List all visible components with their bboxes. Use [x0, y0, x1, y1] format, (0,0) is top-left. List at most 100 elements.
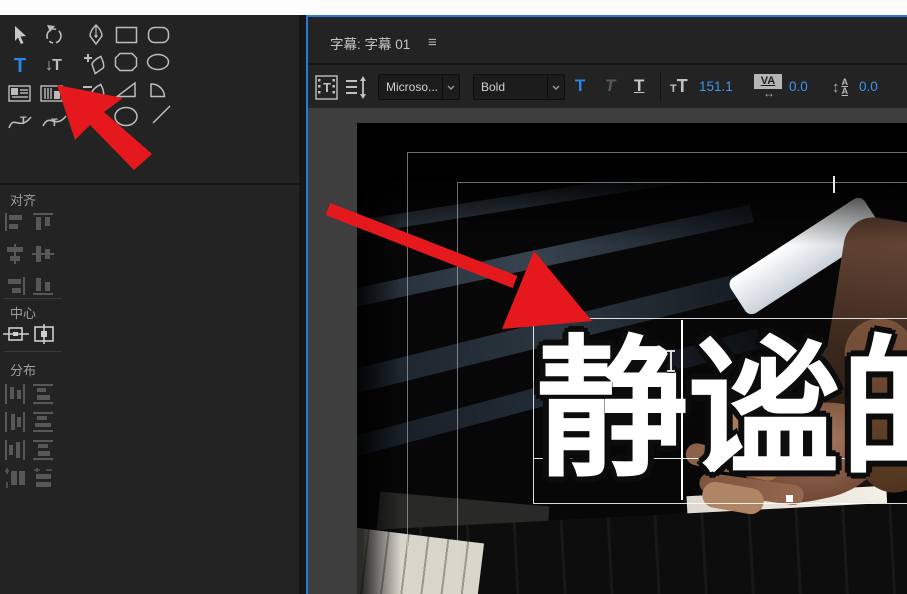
tools-panel: T ↓T T [0, 15, 299, 594]
caption-text[interactable]: 静谧的 [536, 318, 907, 502]
distribute-section-label: 分布 [10, 360, 36, 379]
circle-tool[interactable] [112, 105, 140, 127]
align-left-icon [4, 212, 26, 232]
panel-tab-title[interactable]: 字幕: 字幕 01 [330, 33, 410, 53]
italic-button[interactable]: T [605, 77, 615, 94]
distribute-top-icon [4, 383, 26, 405]
vertical-type-glyph: ↓T [45, 57, 61, 75]
ibeam-cursor-icon [663, 349, 679, 373]
type-tool[interactable]: T [8, 53, 32, 79]
align-bottom-icon [32, 276, 54, 296]
caption-toolbar: T Microso... Bold T T T TT 151.1 VA ↔ 0.… [308, 65, 907, 108]
align-middle-vertical-button[interactable] [32, 244, 54, 264]
svg-text:T: T [323, 80, 331, 95]
premiere-caption-editor: T ↓T T [0, 0, 907, 594]
arrow-cursor-icon [12, 25, 32, 46]
align-top-icon [32, 212, 54, 232]
bold-button[interactable]: T [575, 77, 585, 94]
align-top-button[interactable] [32, 212, 54, 232]
pen-icon [86, 24, 106, 46]
pen-minus-icon [80, 81, 108, 104]
distribute-vertical-center-button[interactable] [4, 411, 26, 433]
ellipse-icon [146, 53, 170, 71]
align-left-button[interactable] [4, 212, 26, 232]
wedge-icon [147, 79, 169, 99]
panel-gap [299, 15, 306, 594]
vertical-type-tool[interactable]: ↓T [38, 53, 68, 79]
clipped-corner-rectangle-tool[interactable] [113, 51, 139, 73]
center-section-label: 中心 [10, 303, 36, 322]
chevron-down-icon [442, 75, 459, 99]
right-triangle-tool[interactable] [114, 79, 138, 99]
pen-tool[interactable] [84, 23, 108, 47]
distribute-vertical-spacing-button[interactable] [4, 467, 26, 489]
leading-a-bottom: A [842, 87, 849, 96]
up-down-arrow-glyph: ↕ [832, 79, 840, 96]
distribute-right-icon [32, 439, 54, 461]
text-insertion-caret [681, 320, 683, 500]
distribute-horizontal-center-icon [32, 411, 54, 433]
distribute-left-button[interactable] [32, 383, 54, 405]
vertical-path-type-icon: T [41, 110, 68, 132]
line-tool[interactable] [150, 103, 174, 127]
toolbar-divider [660, 72, 661, 102]
center-horizontally-button[interactable] [31, 324, 57, 344]
delete-anchor-point-tool[interactable] [80, 80, 108, 104]
align-middle-vertical-icon [32, 244, 54, 264]
big-t-glyph: T [677, 76, 688, 96]
kerning-value[interactable]: 0.0 [789, 79, 808, 94]
vertical-area-type-tool[interactable] [40, 84, 64, 104]
area-type-icon [8, 85, 32, 103]
font-family-value: Microso... [379, 80, 442, 94]
path-type-tool[interactable]: T [6, 109, 34, 133]
distribute-horizontal-spacing-button[interactable] [32, 467, 54, 489]
align-right-button[interactable] [4, 276, 26, 296]
font-size-icon: TT [670, 76, 688, 97]
pen-plus-icon [80, 53, 108, 76]
rotate-icon [43, 24, 65, 46]
text-box-handle[interactable] [786, 495, 793, 502]
rounded-rectangle-icon [147, 26, 170, 45]
center-vertically-button[interactable] [3, 324, 29, 344]
selection-tool[interactable] [10, 23, 34, 47]
distribute-bottom-button[interactable] [4, 439, 26, 461]
octagon-icon [114, 52, 138, 72]
left-right-arrow-glyph: ↔ [754, 89, 784, 98]
panel-divider [0, 183, 299, 185]
distribute-right-button[interactable] [32, 439, 54, 461]
font-family-select[interactable]: Microso... [378, 74, 460, 100]
rotation-tool[interactable] [42, 23, 66, 47]
distribute-horizontal-center-button[interactable] [32, 411, 54, 433]
align-center-horizontal-button[interactable] [4, 244, 26, 264]
window-top-strip [0, 0, 907, 15]
distribute-top-button[interactable] [4, 383, 26, 405]
svg-text:T: T [20, 115, 27, 127]
triangle-icon [115, 80, 138, 99]
type-tool-glyph: T [14, 56, 26, 76]
font-style-select[interactable]: Bold [473, 74, 565, 100]
ellipse-tool[interactable] [145, 52, 171, 72]
panel-menu-icon[interactable]: ≡ [428, 35, 437, 50]
center-horizontally-icon [31, 324, 57, 344]
rectangle-tool[interactable] [114, 25, 138, 45]
leading-value[interactable]: 0.0 [859, 79, 878, 94]
roll-crawl-options-button[interactable] [344, 75, 368, 99]
section-divider [4, 351, 62, 352]
rounded-rectangle-tool[interactable] [146, 25, 170, 45]
rectangle-icon [115, 26, 138, 45]
font-size-value[interactable]: 151.1 [699, 79, 733, 94]
line-icon [151, 104, 173, 126]
underline-button[interactable]: T [634, 77, 644, 94]
wedge-tool[interactable] [146, 78, 170, 99]
vertical-path-type-tool[interactable]: T [40, 109, 68, 133]
add-anchor-point-tool[interactable] [80, 52, 108, 76]
align-bottom-button[interactable] [32, 276, 54, 296]
chevron-down-icon [547, 75, 564, 99]
distribute-bottom-icon [4, 439, 26, 461]
area-type-tool[interactable] [8, 84, 32, 104]
align-section-label: 对齐 [10, 190, 36, 209]
section-divider [4, 298, 62, 299]
vertical-area-type-icon [40, 85, 64, 103]
caption-block-button[interactable]: T [314, 74, 338, 100]
roll-crawl-icon [344, 76, 368, 99]
